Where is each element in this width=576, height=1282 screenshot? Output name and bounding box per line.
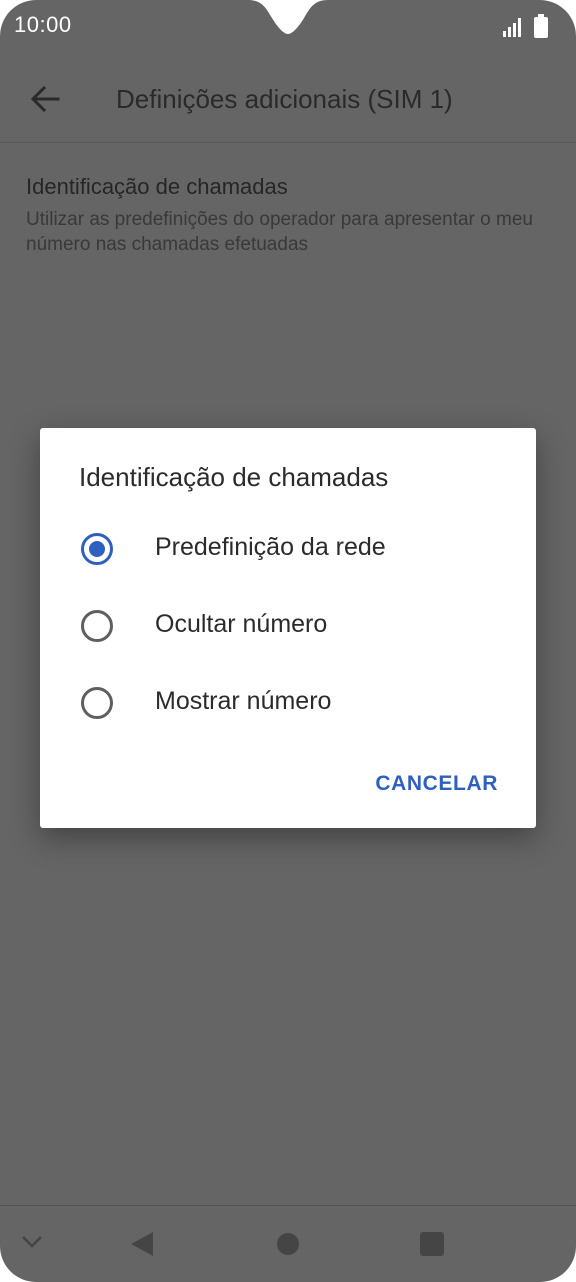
option-label: Predefinição da rede [155, 533, 386, 561]
arrow-back-icon[interactable] [28, 82, 62, 116]
cancel-button[interactable]: CANCELAR [375, 772, 498, 796]
option-hide-number[interactable]: Ocultar número [40, 588, 536, 664]
status-icons [502, 14, 548, 38]
option-label: Mostrar número [155, 687, 332, 715]
caller-id-dialog: Identificação de chamadas Predefinição d… [40, 428, 536, 828]
camera-notch [0, 0, 576, 36]
option-label: Ocultar número [155, 610, 328, 638]
header-divider [0, 142, 576, 143]
option-network-default[interactable]: Predefinição da rede [40, 511, 536, 587]
caller-id-preference[interactable]: Identificação de chamadas Utilizar as pr… [0, 160, 576, 280]
radio-selected-icon[interactable] [80, 532, 114, 566]
preference-title: Identificação de chamadas [26, 174, 288, 199]
chevron-down-icon[interactable] [20, 1234, 44, 1250]
recents-square-icon[interactable] [419, 1231, 445, 1257]
option-show-number[interactable]: Mostrar número [40, 665, 536, 741]
system-nav-bar [0, 1206, 576, 1282]
page-title: Definições adicionais (SIM 1) [116, 84, 453, 114]
app-bar: Definições adicionais (SIM 1) [0, 60, 576, 140]
signal-icon [503, 18, 521, 37]
home-circle-icon[interactable] [276, 1232, 300, 1256]
phone-screen: 10:00 Definições adicionais (SIM 1) Iden… [0, 0, 576, 1282]
back-triangle-icon[interactable] [128, 1230, 156, 1258]
dialog-title: Identificação de chamadas [79, 462, 389, 492]
status-time: 10:00 [14, 12, 72, 37]
battery-icon [534, 14, 548, 38]
radio-unselected-icon[interactable] [80, 609, 114, 643]
radio-unselected-icon[interactable] [80, 686, 114, 720]
preference-summary: Utilizar as predefinições do operador pa… [26, 209, 533, 255]
